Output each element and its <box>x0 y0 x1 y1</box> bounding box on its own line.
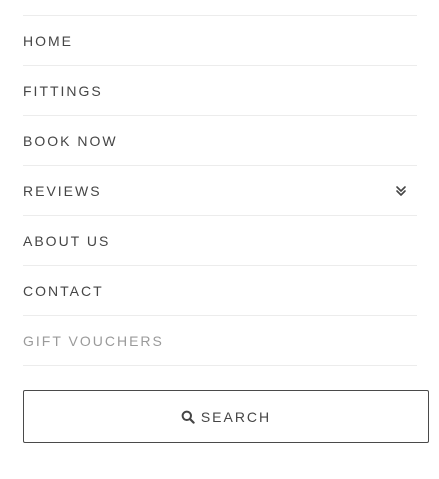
menu-item-about-us[interactable]: ABOUT US <box>23 216 417 266</box>
menu-item-home[interactable]: HOME <box>23 16 417 66</box>
double-chevron-down-icon[interactable] <box>393 183 409 199</box>
menu-item-label: CONTACT <box>23 282 104 299</box>
menu-item-gift-vouchers[interactable]: GIFT VOUCHERS <box>23 316 417 366</box>
menu-item-label: REVIEWS <box>23 182 102 199</box>
menu-item-label: GIFT VOUCHERS <box>23 332 164 349</box>
menu-item-book-now[interactable]: BOOK NOW <box>23 116 417 166</box>
menu-item-reviews[interactable]: REVIEWS <box>23 166 417 216</box>
menu-item-contact[interactable]: CONTACT <box>23 266 417 316</box>
search-button-label: SEARCH <box>200 408 272 425</box>
menu-list: HOME FITTINGS BOOK NOW REVIEWS ABOUT US … <box>23 15 417 366</box>
mobile-nav-menu: HOME FITTINGS BOOK NOW REVIEWS ABOUT US … <box>23 15 417 366</box>
menu-item-label: FITTINGS <box>23 82 103 99</box>
menu-item-label: BOOK NOW <box>23 132 118 149</box>
search-button[interactable]: SEARCH <box>23 390 429 443</box>
menu-item-fittings[interactable]: FITTINGS <box>23 66 417 116</box>
search-icon <box>181 410 195 424</box>
menu-item-label: ABOUT US <box>23 232 111 249</box>
menu-item-label: HOME <box>23 32 73 49</box>
